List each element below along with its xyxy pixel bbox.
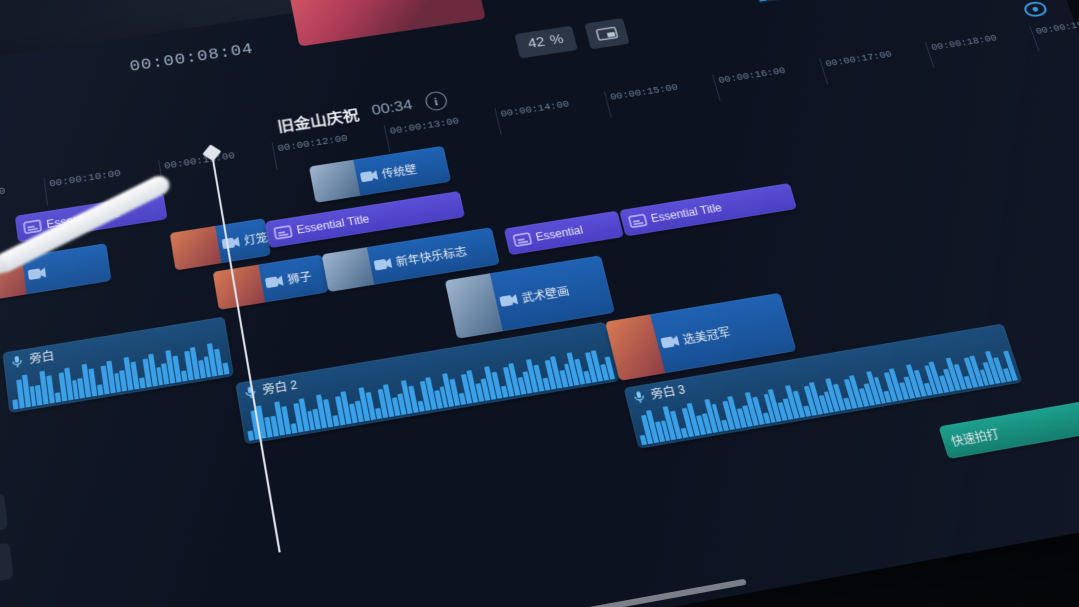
clip-label: 灯笼 xyxy=(243,229,269,248)
clip-audio[interactable]: 旁白 xyxy=(2,317,234,414)
track[interactable]: 旁白 3 xyxy=(0,294,1079,564)
browser-clip[interactable]: 猫咪摆件0:02 xyxy=(739,0,853,3)
clip-label: 选美冠军 xyxy=(681,324,732,347)
project-timecode: 00:00:08:04 xyxy=(129,42,255,75)
clip-label: 武术壁画 xyxy=(520,283,571,306)
clip-label: 快速拍打 xyxy=(941,425,1001,451)
home-indicator[interactable] xyxy=(485,579,747,607)
multicam-button[interactable]: 多机位 xyxy=(0,543,14,595)
zoom-unit: % xyxy=(548,32,565,48)
zoom-chip[interactable]: 42 % xyxy=(514,26,577,59)
clip-thumbnail xyxy=(322,247,375,292)
clip-thumbnail xyxy=(213,265,265,310)
clip-label: 旁白 2 xyxy=(261,376,298,398)
clip-thumbnail xyxy=(445,273,503,338)
clip-video[interactable]: 灯笼 xyxy=(170,218,271,270)
clip-thumbnail xyxy=(605,314,665,381)
clip-thumbnail xyxy=(309,160,361,203)
info-icon[interactable]: i xyxy=(423,90,448,111)
clip-label: Essential Title xyxy=(650,201,724,224)
clip-audio[interactable]: 旁白 3 xyxy=(624,324,1023,449)
project-duration: 00:34 xyxy=(370,96,414,119)
zoom-value: 42 xyxy=(527,35,547,52)
clip-audio[interactable]: 旁白 2 xyxy=(235,322,619,445)
clip-title[interactable]: Essential xyxy=(504,211,624,256)
preview-monitor[interactable] xyxy=(288,0,486,47)
clip-label: Essential xyxy=(534,224,584,244)
clip-label: 狮子 xyxy=(286,268,313,287)
clip-video[interactable]: 选美冠军 xyxy=(605,293,796,381)
clip-sfx[interactable]: 快速拍打 xyxy=(938,393,1079,459)
clip-thumbnail xyxy=(170,226,222,271)
clip-label: 旁白 3 xyxy=(649,381,687,403)
track[interactable]: 快速拍打 xyxy=(0,379,1079,607)
clip-label: 传统壁 xyxy=(380,161,418,181)
clip-label: Essential Title xyxy=(296,213,371,237)
pip-button[interactable] xyxy=(584,18,629,49)
loop-icon[interactable] xyxy=(1017,0,1055,22)
clip-video[interactable]: 狮子 xyxy=(213,254,329,309)
pip-icon xyxy=(595,26,619,42)
clip-label: 新年快乐标志 xyxy=(395,243,469,269)
clip-label: 旁白 xyxy=(28,347,55,367)
dynamic-button[interactable]: 动态化 xyxy=(0,494,8,545)
